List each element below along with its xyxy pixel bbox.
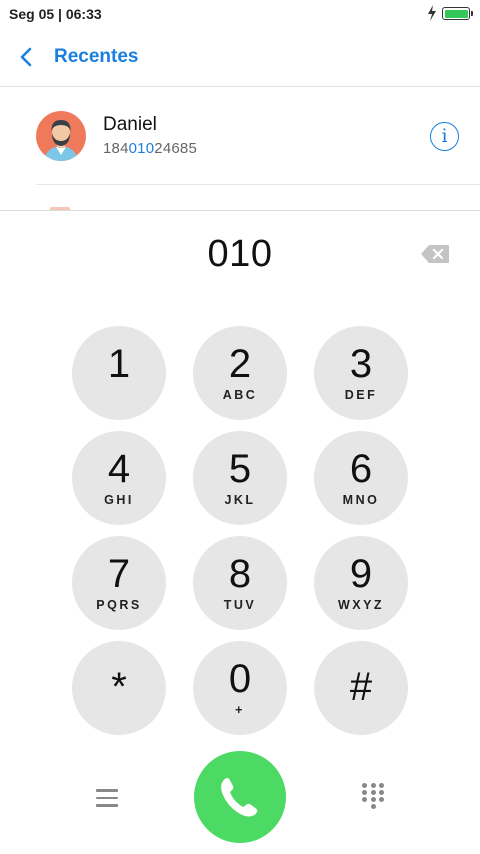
key-letters: ABC [222, 388, 258, 402]
charging-icon [428, 5, 436, 21]
dial-key-star[interactable]: * [72, 641, 166, 735]
key-digit: * [111, 665, 127, 709]
dial-key-6[interactable]: 6 MNO [314, 431, 408, 525]
key-digit: 8 [228, 552, 252, 596]
dial-key-8[interactable]: 8 TUV [193, 536, 287, 630]
dial-key-7[interactable]: 7 PQRS [72, 536, 166, 630]
key-digit: 9 [349, 552, 373, 596]
key-digit: # [349, 665, 373, 709]
page-title[interactable]: Recentes [54, 46, 139, 68]
contact-list-item[interactable]: Daniel 18401024685 i [0, 87, 480, 184]
battery-icon [442, 7, 473, 20]
key-digit: 1 [107, 342, 131, 386]
phone-icon [221, 778, 258, 817]
avatar [36, 111, 86, 161]
key-letters: GHI [104, 493, 134, 507]
dial-key-5[interactable]: 5 JKL [193, 431, 287, 525]
key-letters: PQRS [96, 598, 142, 612]
key-digit: 3 [349, 342, 373, 386]
chevron-left-icon[interactable] [16, 46, 38, 68]
menu-icon[interactable] [96, 789, 118, 807]
dial-key-2[interactable]: 2 ABC [193, 326, 287, 420]
dial-key-3[interactable]: 3 DEF [314, 326, 408, 420]
status-bar: Seg 05 | 06:33 [0, 0, 480, 28]
key-letters: WXYZ [337, 598, 385, 612]
person-avatar-icon [44, 120, 78, 161]
dial-key-4[interactable]: 4 GHI [72, 431, 166, 525]
dial-key-0[interactable]: 0 + [193, 641, 287, 735]
key-letters: MNO [342, 493, 380, 507]
app-header: Recentes [0, 28, 480, 87]
dial-key-hash[interactable]: # [314, 641, 408, 735]
key-letters: JKL [224, 493, 256, 507]
call-button[interactable] [194, 751, 286, 843]
key-letters: TUV [223, 598, 257, 612]
status-time: Seg 05 | 06:33 [9, 6, 102, 22]
number-prefix: 184 [103, 140, 129, 157]
info-icon[interactable]: i [430, 122, 459, 151]
contact-name: Daniel [103, 114, 157, 135]
dialed-number-display: 010 [207, 233, 273, 275]
key-digit: 2 [228, 342, 252, 386]
dial-key-9[interactable]: 9 WXYZ [314, 536, 408, 630]
number-match-highlight: 010 [128, 140, 155, 157]
dial-key-1[interactable]: 1 [72, 326, 166, 420]
key-digit: 4 [107, 447, 131, 491]
contact-number: 18401024685 [103, 140, 197, 157]
key-digit: 0 [228, 657, 252, 701]
keypad-toggle-icon[interactable] [362, 783, 384, 809]
key-digit: 5 [228, 447, 252, 491]
key-letters: DEF [344, 388, 378, 402]
key-digit: 7 [107, 552, 131, 596]
key-letters: + [235, 703, 245, 717]
list-divider [36, 184, 480, 185]
key-digit: 6 [349, 447, 373, 491]
dialer-panel: 010 1 2 ABC 3 DEF 4 GHI 5 JKL 6 MNO 7 PQ… [0, 210, 480, 854]
number-suffix: 24685 [154, 140, 197, 157]
backspace-icon[interactable] [420, 244, 450, 264]
